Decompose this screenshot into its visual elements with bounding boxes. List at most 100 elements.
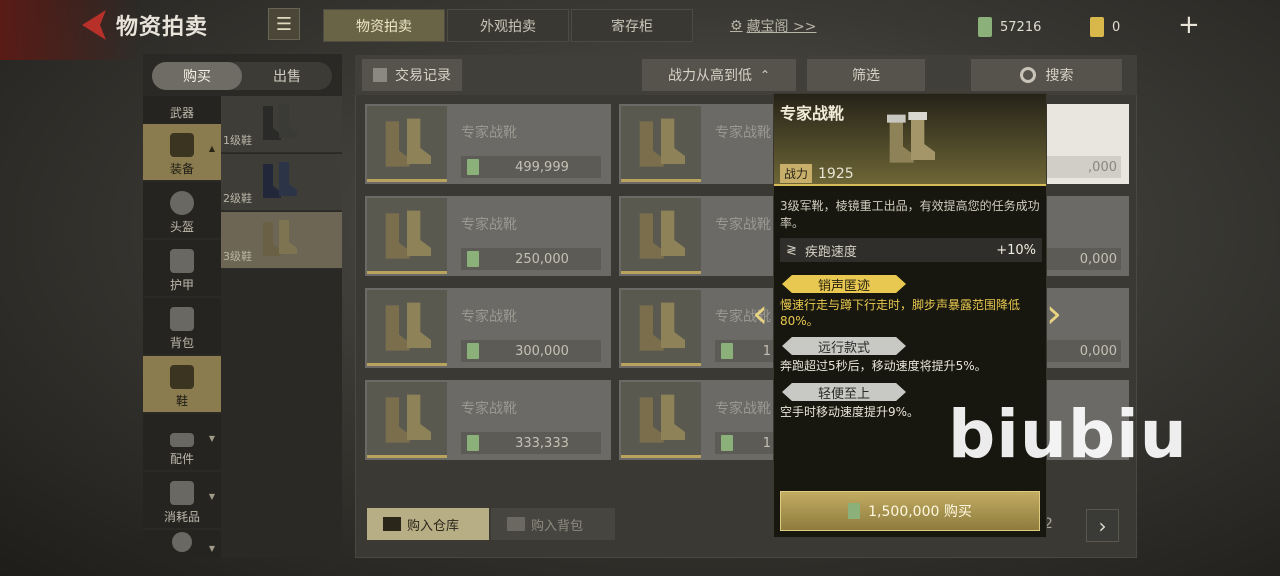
treasure-link[interactable]: ⚙ 藏宝阁 >> — [730, 16, 816, 36]
item-price: 1 — [715, 432, 775, 454]
stat-label: 疾跑速度 — [804, 244, 857, 260]
category-label: 配件 — [169, 452, 194, 466]
perk-badge: 远行款式 — [782, 337, 906, 355]
buy-to-warehouse-label: 购入仓库 — [407, 518, 460, 534]
item-card[interactable]: ,000 — [1047, 104, 1129, 184]
tab-storage-locker[interactable]: 寄存柜 — [571, 9, 693, 42]
category-label: 背包 — [169, 336, 194, 350]
boot-thumbnail-icon — [263, 220, 297, 256]
item-card[interactable]: 0,000 — [1047, 196, 1129, 276]
buy-sell-toggle: 购买 出售 — [152, 62, 332, 90]
tab-skin-auction[interactable]: 外观拍卖 — [447, 9, 569, 42]
subcategory-boots-lv2[interactable]: 2级鞋 — [221, 154, 342, 211]
buy-tab[interactable]: 购买 — [152, 62, 242, 90]
item-card[interactable]: 专家战靴 333,333 — [365, 380, 611, 460]
prev-item-arrow[interactable]: ‹ — [752, 294, 768, 334]
item-price-value: 250,000 — [515, 251, 569, 267]
watermark: biubiu — [948, 396, 1188, 473]
item-thumbnail — [621, 198, 701, 274]
boot-icon — [639, 394, 685, 443]
item-card[interactable]: 专家战靴 300,000 — [365, 288, 611, 368]
item-price-value: 0,000 — [1047, 248, 1121, 270]
item-price-value: 1 — [762, 343, 771, 359]
item-price-value: 1 — [762, 435, 771, 451]
treasure-icon: ⚙ — [730, 18, 743, 34]
subcategory-boots-lv3[interactable]: 3级鞋 — [221, 212, 342, 269]
power-label: 战力 — [780, 164, 813, 183]
currency-green: 57216 — [978, 15, 1041, 39]
power-rating: 战力 1925 — [780, 164, 854, 183]
gear-icon — [172, 532, 192, 552]
item-name: 专家战靴 — [715, 401, 771, 417]
currency-icon — [721, 435, 733, 451]
buy-button[interactable]: 1,500,000 购买 — [780, 491, 1040, 531]
category-equipment[interactable]: 装备 ▲ — [143, 124, 221, 180]
perk-badge: 轻便至上 — [782, 383, 906, 401]
perk-description: 慢速行走与蹲下行走时，脚步声暴露范围降低80%。 — [780, 298, 1021, 328]
item-card[interactable]: 专家战靴 250,000 — [365, 196, 611, 276]
item-price-value: 333,333 — [515, 435, 569, 451]
back-arrow-icon[interactable] — [78, 8, 108, 42]
item-thumbnail — [621, 106, 701, 182]
power-value: 1925 — [818, 165, 854, 182]
detail-title: 专家战靴 — [780, 104, 845, 123]
tab-material-auction[interactable]: 物资拍卖 — [323, 9, 445, 42]
filter-button[interactable]: 筛选 — [807, 59, 925, 91]
perk-badge: 销声匿迹 — [782, 275, 906, 293]
category-attachment[interactable]: 配件 ▼ — [143, 414, 221, 470]
item-thumbnail — [367, 290, 447, 366]
boot-icon — [639, 118, 685, 167]
category-backpack[interactable]: 背包 — [143, 298, 221, 354]
next-page-button[interactable]: › — [1086, 509, 1119, 542]
add-currency-button[interactable]: + — [1178, 12, 1200, 38]
expand-icon: ▼ — [208, 544, 215, 553]
buy-to-warehouse-button[interactable]: 购入仓库 — [367, 508, 489, 540]
backpack-icon — [507, 517, 525, 531]
sprint-icon: ≷ — [786, 242, 797, 258]
category-misc[interactable]: ▼ — [143, 530, 221, 558]
chevron-up-icon: ⌃ — [759, 68, 771, 82]
search-button[interactable]: 搜索 — [971, 59, 1122, 91]
item-price: 333,333 — [461, 432, 601, 454]
search-label: 搜索 — [1045, 68, 1074, 84]
armor-icon — [170, 249, 194, 273]
item-card[interactable]: 专家战靴 499,999 — [365, 104, 611, 184]
subcategory-boots-lv1[interactable]: 1级鞋 — [221, 96, 342, 153]
category-boots[interactable]: 鞋 — [143, 356, 221, 412]
page-title: 物资拍卖 — [116, 15, 209, 40]
subcategory-label: 2级鞋 — [223, 192, 252, 205]
top-tabs: 物资拍卖 外观拍卖 寄存柜 — [323, 9, 693, 42]
category-consumable[interactable]: 消耗品 ▼ — [143, 472, 221, 528]
item-price-value: 499,999 — [515, 159, 569, 175]
category-armor[interactable]: 护甲 — [143, 240, 221, 296]
menu-button[interactable]: ☰ — [268, 8, 300, 40]
buy-to-backpack-button[interactable]: 购入背包 — [491, 508, 615, 540]
currency-gold: 0 — [1090, 15, 1120, 39]
vest-icon — [170, 133, 194, 157]
green-voucher-icon — [978, 17, 992, 37]
consumable-icon — [170, 481, 194, 505]
item-thumbnail — [621, 382, 701, 458]
category-label: 装备 — [169, 162, 194, 176]
item-name: 专家战靴 — [461, 309, 517, 325]
category-helmet[interactable]: 头盔 — [143, 182, 221, 238]
perk-description: 奔跑超过5秒后，移动速度将提升5%。 — [780, 359, 987, 373]
item-name: 专家战靴 — [461, 401, 517, 417]
filter-label: 筛选 — [852, 68, 880, 84]
sort-label: 战力从高到低 — [667, 68, 752, 84]
boot-icon — [385, 210, 431, 259]
boot-icon — [170, 365, 194, 389]
detail-description: 3级军靴，棱镜重工出品，有效提高您的任务成功率。 — [780, 199, 1040, 230]
stat-value: +10% — [996, 242, 1036, 258]
trade-history-button[interactable]: 交易记录 — [362, 59, 462, 91]
next-item-arrow[interactable]: › — [1046, 294, 1062, 334]
category-weapon[interactable]: 武器 — [143, 96, 221, 124]
item-price-value: 300,000 — [515, 343, 569, 359]
sort-dropdown[interactable]: 战力从高到低 ⌃ — [642, 59, 796, 91]
stat-row: ≷ 疾跑速度 +10% — [780, 238, 1042, 262]
item-thumbnail — [367, 198, 447, 274]
sell-tab[interactable]: 出售 — [242, 62, 332, 90]
item-thumbnail — [621, 290, 701, 366]
subcategory-label: 1级鞋 — [223, 134, 252, 147]
item-price: 1 — [715, 340, 775, 362]
